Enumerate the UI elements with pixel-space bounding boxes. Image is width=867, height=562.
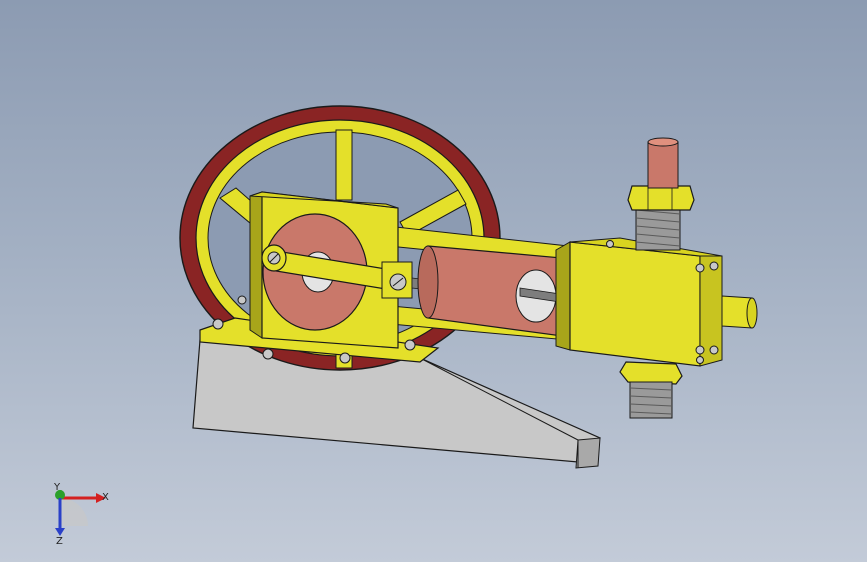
x-axis-label: X bbox=[102, 492, 109, 503]
bolt-icon bbox=[695, 345, 705, 355]
orientation-triad: X Y Z bbox=[53, 482, 109, 547]
cad-model[interactable] bbox=[0, 0, 867, 562]
bolt-icon bbox=[709, 261, 719, 271]
exhaust-pipe[interactable] bbox=[721, 295, 758, 329]
bolt-icon bbox=[262, 348, 274, 360]
bolt-icon bbox=[606, 240, 614, 248]
bolt-icon bbox=[339, 352, 351, 364]
hex-nut-icon bbox=[627, 185, 695, 211]
bolt-icon bbox=[212, 318, 224, 330]
steam-pipe[interactable] bbox=[627, 137, 695, 251]
bolt-icon bbox=[709, 345, 719, 355]
bolt-icon bbox=[404, 339, 416, 351]
y-axis-label: Y bbox=[53, 482, 61, 493]
graphics-viewport[interactable]: X Y Z bbox=[0, 0, 867, 562]
bolt-icon bbox=[237, 295, 247, 305]
z-axis-label: Z bbox=[56, 536, 63, 547]
bolt-icon bbox=[695, 263, 705, 273]
cylinder-head[interactable] bbox=[555, 237, 723, 367]
bolt-icon bbox=[696, 356, 704, 364]
hex-nut-icon bbox=[619, 361, 683, 385]
drain-fitting[interactable] bbox=[619, 361, 683, 419]
